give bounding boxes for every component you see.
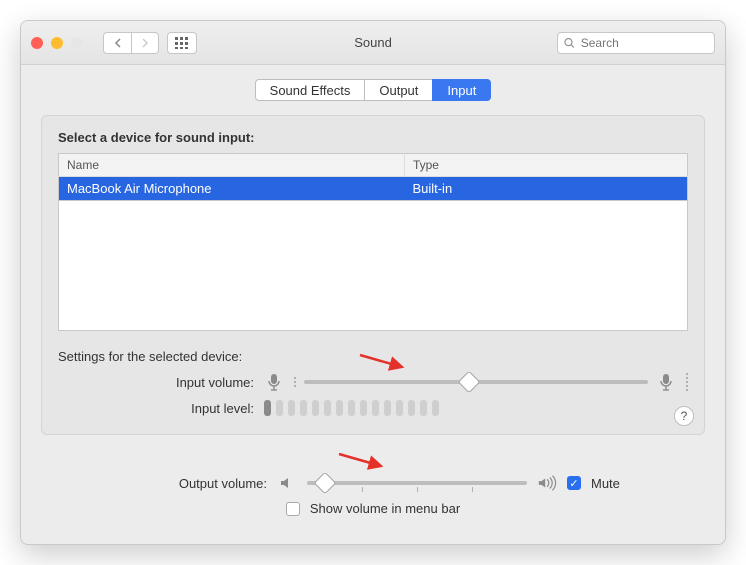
speaker-high-icon	[537, 473, 557, 493]
device-table-body[interactable]	[58, 201, 688, 331]
speaker-low-icon	[277, 473, 297, 493]
sound-prefpane-window: Sound Sound Effects Output Input Select …	[20, 20, 726, 545]
zoom-window-button[interactable]	[71, 37, 83, 49]
input-level-label: Input level:	[58, 401, 254, 416]
search-field[interactable]	[557, 32, 715, 54]
forward-button[interactable]	[131, 32, 159, 54]
input-volume-slider[interactable]	[304, 380, 648, 384]
help-button[interactable]: ?	[674, 406, 694, 426]
show-in-menubar-checkbox[interactable]	[286, 502, 300, 516]
titlebar: Sound	[21, 21, 725, 65]
nav-buttons	[103, 32, 159, 54]
mic-low-icon	[264, 372, 284, 392]
traffic-lights	[31, 37, 83, 49]
input-level-meter	[264, 400, 688, 416]
mute-checkbox[interactable]: ✓	[567, 476, 581, 490]
device-settings-heading: Settings for the selected device:	[58, 349, 688, 364]
output-volume-slider[interactable]	[307, 481, 527, 485]
back-button[interactable]	[103, 32, 131, 54]
tab-sound-effects[interactable]: Sound Effects	[255, 79, 366, 101]
input-volume-label: Input volume:	[58, 375, 254, 390]
table-row[interactable]: MacBook Air Microphone Built-in	[59, 177, 688, 201]
body: Sound Effects Output Input Select a devi…	[21, 65, 725, 455]
device-name: MacBook Air Microphone	[59, 177, 405, 201]
tab-output[interactable]: Output	[365, 79, 432, 101]
mute-label: Mute	[591, 476, 620, 491]
search-icon	[564, 37, 575, 49]
mic-high-dots	[686, 373, 688, 391]
footer: Output volume: ✓ Mute Show volume in men…	[21, 455, 725, 544]
mic-high-icon	[656, 372, 676, 392]
output-volume-label: Output volume:	[41, 476, 267, 491]
tab-input[interactable]: Input	[432, 79, 491, 101]
show-all-button[interactable]	[167, 32, 197, 54]
minimize-window-button[interactable]	[51, 37, 63, 49]
show-in-menubar-label: Show volume in menu bar	[310, 501, 460, 516]
search-input[interactable]	[579, 35, 708, 51]
input-device-table: Name Type MacBook Air Microphone Built-i…	[58, 153, 688, 201]
input-panel: Select a device for sound input: Name Ty…	[41, 115, 705, 435]
col-type[interactable]: Type	[404, 154, 687, 177]
tabs: Sound Effects Output Input	[41, 79, 705, 101]
device-type: Built-in	[404, 177, 687, 201]
input-device-heading: Select a device for sound input:	[58, 130, 688, 145]
col-name[interactable]: Name	[59, 154, 405, 177]
mic-low-dots	[294, 377, 296, 387]
close-window-button[interactable]	[31, 37, 43, 49]
